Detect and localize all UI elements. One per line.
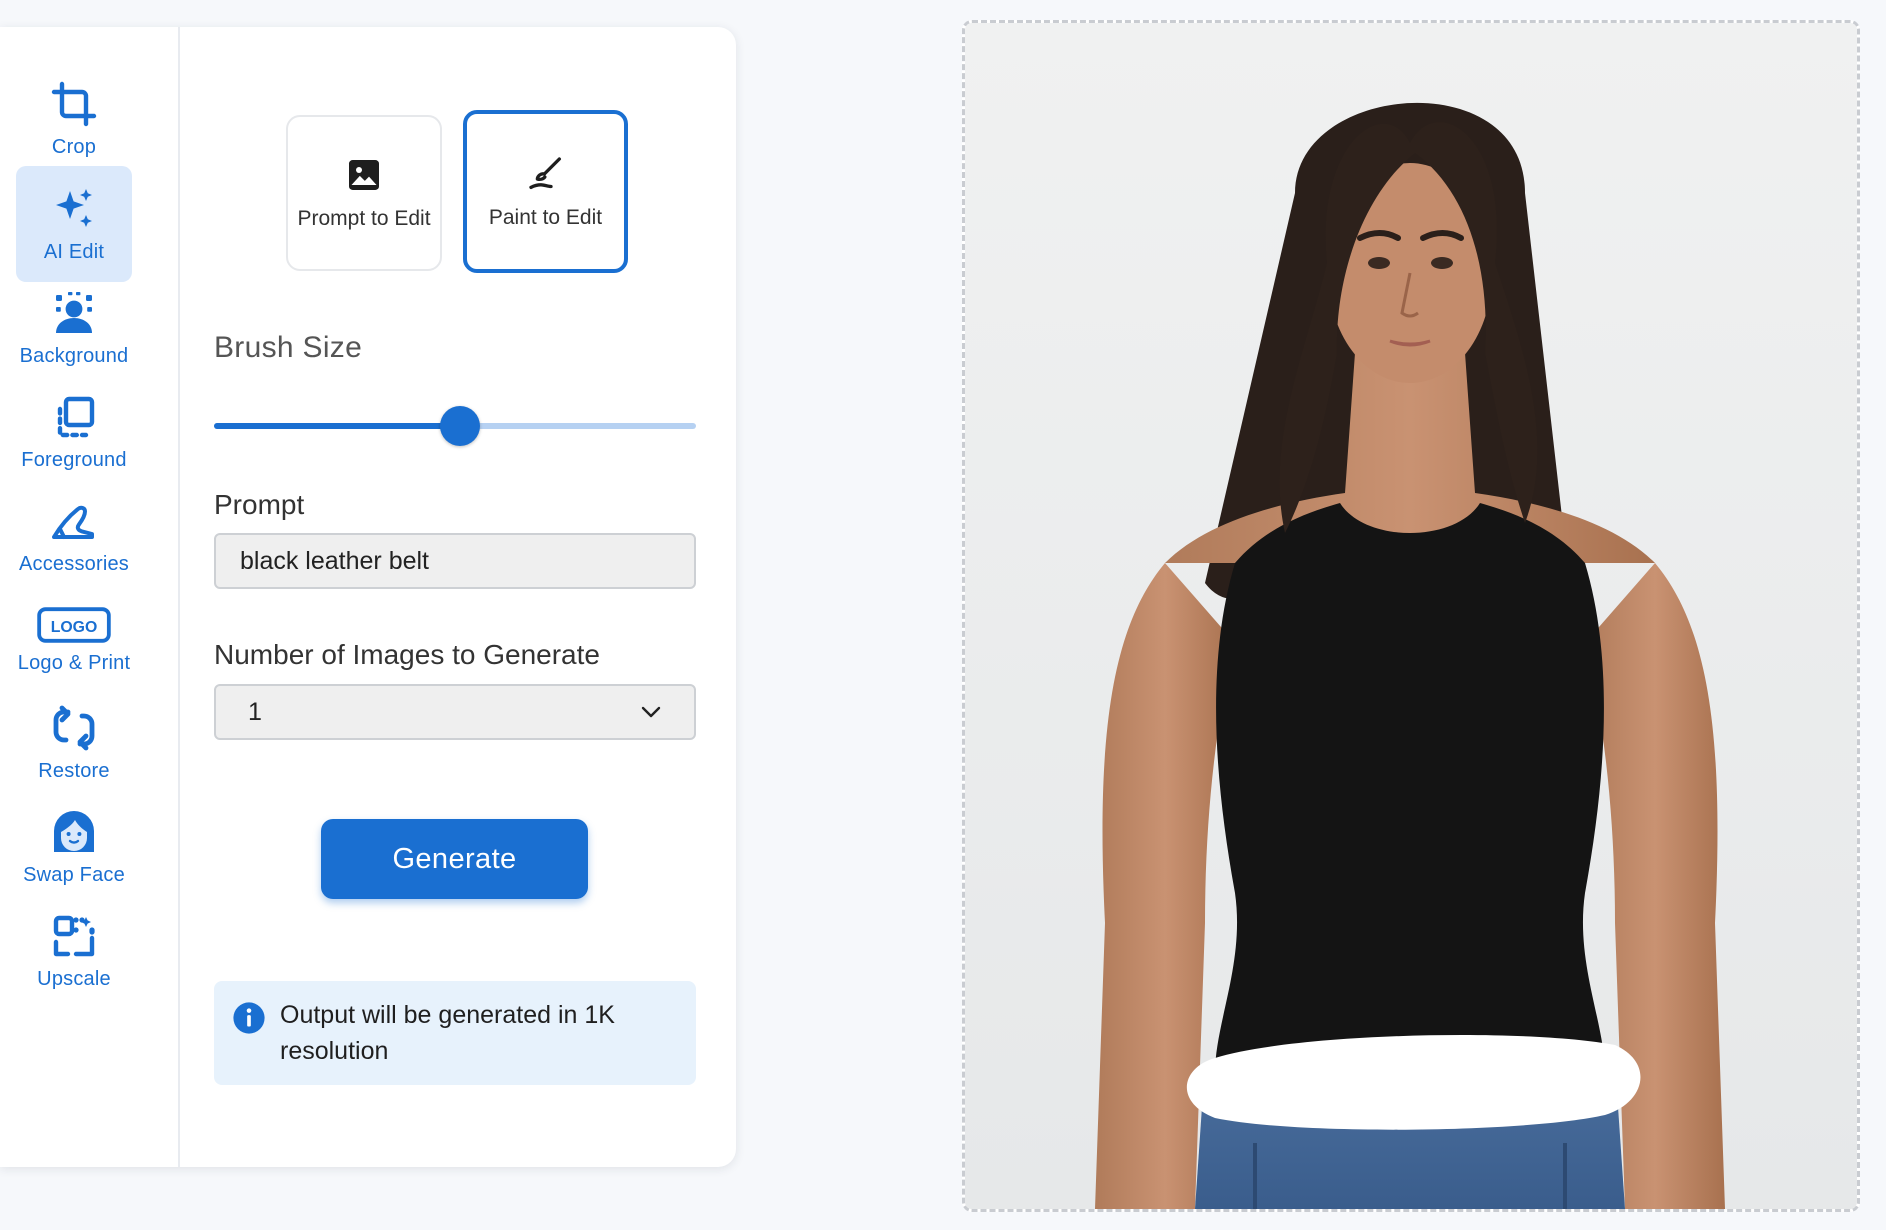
- prompt-to-edit-label: Prompt to Edit: [297, 207, 431, 230]
- sidebar-item-label: AI Edit: [43, 240, 105, 263]
- image-count-label: Number of Images to Generate: [214, 639, 600, 670]
- sidebar-item-accessories[interactable]: Accessories: [16, 478, 132, 594]
- sidebar-item-foreground[interactable]: Foreground: [16, 374, 132, 490]
- sparkles-icon: [56, 188, 92, 227]
- sidebar-item-swap-face[interactable]: Swap Face: [16, 789, 132, 905]
- background-person-icon: [56, 291, 92, 333]
- sidebar-item-background[interactable]: Background: [16, 270, 132, 386]
- image-icon: [349, 160, 379, 190]
- sidebar-item-crop[interactable]: Crop: [16, 61, 132, 177]
- info-icon: [233, 1002, 265, 1034]
- image-count-value: 1: [248, 697, 262, 726]
- resolution-info-box: Output will be generated in 1K resolutio…: [214, 981, 696, 1085]
- prompt-input[interactable]: [214, 533, 696, 589]
- paint-to-edit-label: Paint to Edit: [488, 205, 603, 229]
- sidebar-item-label: Swap Face: [23, 863, 125, 886]
- brush-icon: [528, 156, 561, 189]
- sidebar-item-label: Foreground: [21, 448, 127, 471]
- prompt-label: Prompt: [214, 489, 305, 520]
- sidebar-item-label: Upscale: [37, 967, 111, 990]
- sidebar-item-upscale[interactable]: Upscale: [16, 893, 132, 1009]
- resolution-info-text: Output will be generated in 1K resolutio…: [280, 1001, 615, 1065]
- slider-thumb[interactable]: [439, 406, 480, 446]
- crop-icon: [51, 81, 97, 126]
- svg-text:LOGO: LOGO: [51, 619, 98, 636]
- sidebar-item-logo-print[interactable]: LOGO Logo & Print: [16, 582, 132, 698]
- sidebar-item-label: Background: [19, 344, 129, 367]
- chevron-down-icon: [641, 706, 661, 718]
- tool-sidebar: Crop AI Edit Background Foreground Acces…: [0, 27, 180, 1167]
- upscale-icon: [53, 915, 95, 956]
- logo-badge-icon: LOGO: [37, 606, 111, 643]
- sidebar-item-ai-edit[interactable]: AI Edit: [16, 166, 132, 282]
- image-count-select[interactable]: 1: [214, 684, 696, 740]
- sidebar-item-restore[interactable]: Restore: [16, 685, 132, 801]
- generate-button[interactable]: Generate: [321, 819, 588, 899]
- high-heel-icon: [52, 505, 94, 539]
- model-photo: [965, 23, 1857, 1209]
- image-canvas[interactable]: [962, 20, 1860, 1212]
- restore-arrows-icon: [53, 705, 95, 750]
- editor-panel: Crop AI Edit Background Foreground Acces…: [0, 27, 736, 1167]
- sidebar-item-label: Logo & Print: [17, 651, 131, 674]
- sidebar-item-label: Accessories: [18, 552, 129, 575]
- sidebar-item-label: Crop: [51, 135, 97, 158]
- foreground-layers-icon: [57, 396, 95, 437]
- ai-edit-content: Prompt to Edit Paint to Edit Brush Size …: [180, 27, 736, 1167]
- brush-size-label: Brush Size: [214, 331, 363, 364]
- brush-size-slider[interactable]: [214, 405, 696, 446]
- face-icon: [54, 810, 94, 852]
- paint-to-edit-card[interactable]: Paint to Edit: [463, 110, 628, 273]
- sidebar-item-label: Restore: [38, 759, 110, 782]
- prompt-to-edit-card[interactable]: Prompt to Edit: [286, 115, 442, 271]
- slider-fill: [214, 423, 460, 429]
